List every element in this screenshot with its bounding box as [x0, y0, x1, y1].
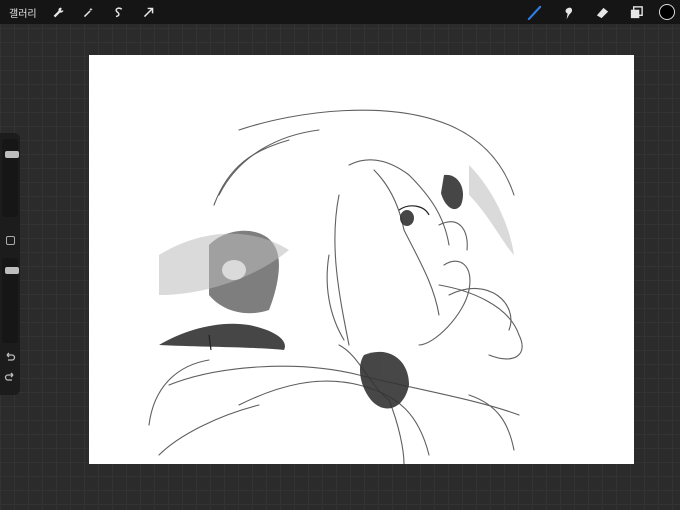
layers-icon[interactable] — [625, 0, 647, 24]
wrench-icon[interactable] — [47, 0, 71, 24]
modify-button[interactable] — [6, 236, 15, 245]
smudge-icon[interactable] — [557, 0, 579, 24]
redo-icon[interactable] — [4, 371, 16, 383]
undo-icon[interactable] — [4, 351, 16, 363]
top-toolbar: 갤러리 — [0, 0, 680, 24]
sketch-drawing — [148, 109, 523, 464]
magic-wand-icon[interactable] — [77, 0, 101, 24]
opacity-thumb[interactable] — [5, 267, 19, 275]
side-controls — [0, 133, 20, 395]
color-picker-button[interactable] — [659, 4, 675, 20]
selection-icon[interactable] — [107, 0, 131, 24]
right-tools — [523, 0, 680, 24]
transform-arrow-icon[interactable] — [137, 0, 161, 24]
brush-size-thumb[interactable] — [5, 151, 19, 159]
brush-size-slider[interactable] — [2, 139, 19, 217]
eraser-icon[interactable] — [591, 0, 613, 24]
gallery-button[interactable]: 갤러리 — [9, 5, 37, 20]
opacity-slider[interactable] — [2, 258, 19, 343]
brush-icon[interactable] — [523, 0, 545, 24]
drawing-canvas[interactable] — [89, 55, 634, 464]
